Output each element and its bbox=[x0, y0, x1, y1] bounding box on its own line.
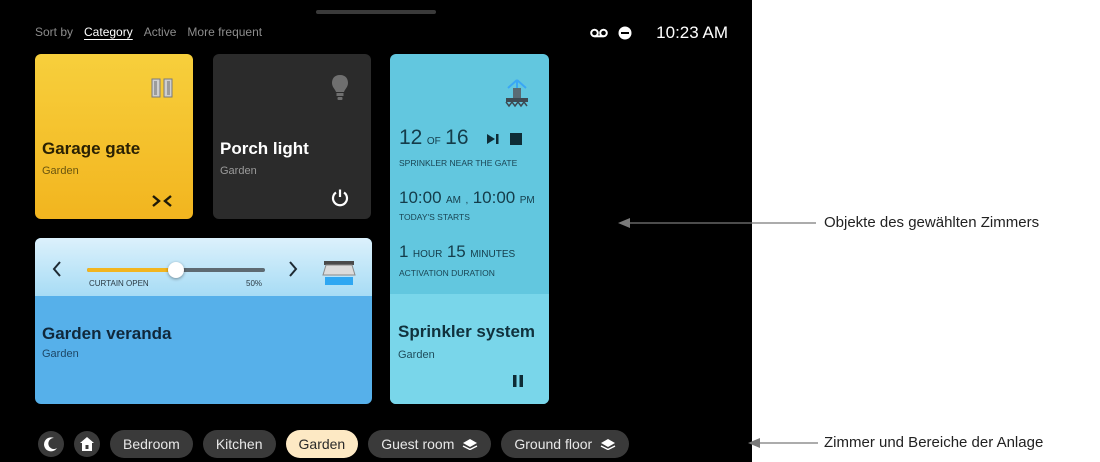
close-arrows-icon[interactable] bbox=[151, 194, 173, 208]
room-chip-guest-room[interactable]: Guest room bbox=[368, 430, 492, 458]
sort-option-frequent[interactable]: More frequent bbox=[187, 25, 262, 39]
starts-label: TODAY'S STARTS bbox=[399, 212, 470, 222]
room-chip-label: Garden bbox=[298, 436, 346, 452]
start-time-1-suffix: AM bbox=[446, 195, 461, 206]
zone-total: 16 bbox=[445, 126, 469, 149]
room-chip-kitchen[interactable]: Kitchen bbox=[202, 430, 276, 458]
room-chip-ground-floor[interactable]: Ground floor bbox=[501, 430, 630, 458]
pause-icon[interactable] bbox=[512, 374, 524, 388]
status-bar: 10:23 AM bbox=[590, 23, 728, 43]
layers-icon bbox=[463, 439, 478, 450]
annotation-rooms: Zimmer und Bereiche der Anlage bbox=[824, 434, 1044, 451]
arrow-objects bbox=[618, 218, 816, 228]
sort-bar: Sort by Category Active More frequent bbox=[35, 25, 262, 39]
hours-label: HOUR bbox=[412, 249, 443, 260]
layers-icon bbox=[600, 439, 616, 450]
annotation-objects: Objekte des gewählten Zimmers bbox=[824, 214, 1040, 231]
power-icon[interactable] bbox=[330, 188, 350, 208]
chevron-left-icon[interactable] bbox=[51, 260, 63, 278]
duration-label: ACTIVATION DURATION bbox=[399, 268, 495, 278]
start-time-2-suffix: PM bbox=[519, 195, 535, 206]
room-bar: Bedroom Kitchen Garden Guest room Ground… bbox=[38, 430, 630, 458]
zone-current: 12 bbox=[399, 126, 423, 149]
chevron-right-icon[interactable] bbox=[287, 260, 299, 278]
drag-handle[interactable] bbox=[316, 10, 436, 14]
curtain-control: CURTAIN OPEN 50% bbox=[35, 238, 372, 296]
room-chip-bedroom[interactable]: Bedroom bbox=[110, 430, 193, 458]
card-title: Sprinkler system bbox=[398, 322, 536, 341]
start-time-1: 10:00 bbox=[399, 188, 442, 207]
awning-icon bbox=[322, 261, 356, 285]
device-screen: Sort by Category Active More frequent 10… bbox=[0, 0, 752, 462]
room-chip-garden[interactable]: Garden bbox=[285, 430, 359, 458]
curtain-slider-track[interactable] bbox=[87, 262, 265, 278]
porch-light-card[interactable]: Porch light Garden bbox=[213, 54, 371, 219]
start-time-separator: , bbox=[465, 195, 469, 206]
voicemail-icon bbox=[590, 28, 608, 38]
room-chip-label: Kitchen bbox=[215, 436, 263, 452]
card-title: Garage gate bbox=[42, 139, 141, 158]
garage-gate-icon bbox=[151, 78, 173, 98]
moon-icon bbox=[44, 437, 57, 452]
room-chip-label: Bedroom bbox=[123, 436, 180, 452]
night-mode-button[interactable] bbox=[38, 431, 64, 457]
home-icon bbox=[80, 437, 94, 451]
duration-hours: 1 bbox=[399, 242, 409, 261]
garden-veranda-card[interactable]: CURTAIN OPEN 50% Garden veranda Garden bbox=[35, 238, 372, 404]
activation-duration: 1 HOUR 15 MINUTES bbox=[399, 242, 515, 262]
card-room: Garden bbox=[398, 349, 435, 361]
sort-label: Sort by bbox=[35, 25, 74, 39]
start-times: 10:00 AM , 10:00 PM bbox=[399, 188, 535, 208]
card-room: Garden bbox=[42, 165, 79, 177]
sprinkler-icon bbox=[505, 79, 528, 108]
zone-progress: 12 OF 16 bbox=[399, 126, 469, 150]
zone-of: OF bbox=[426, 136, 441, 147]
curtain-slider-thumb[interactable] bbox=[168, 262, 184, 278]
sort-option-category[interactable]: Category bbox=[84, 25, 133, 39]
zone-name: SPRINKLER NEAR THE GATE bbox=[399, 158, 518, 168]
skip-next-icon[interactable] bbox=[486, 133, 500, 145]
sprinkler-system-card[interactable]: 12 OF 16 SPRINKLER NEAR THE GATE 10:00 A… bbox=[390, 54, 549, 404]
duration-minutes: 15 bbox=[446, 242, 466, 261]
do-not-disturb-icon bbox=[618, 26, 632, 40]
arrow-rooms bbox=[748, 438, 818, 448]
curtain-slider-label: CURTAIN OPEN bbox=[89, 279, 149, 288]
start-time-2: 10:00 bbox=[472, 188, 516, 207]
garage-gate-card[interactable]: Garage gate Garden bbox=[35, 54, 193, 219]
sort-option-active[interactable]: Active bbox=[144, 25, 177, 39]
curtain-slider-fill bbox=[87, 268, 176, 272]
card-room: Garden bbox=[42, 348, 79, 360]
clock: 10:23 AM bbox=[656, 23, 728, 42]
curtain-slider-value: 50% bbox=[246, 279, 263, 288]
stop-icon[interactable] bbox=[510, 133, 522, 145]
minutes-label: MINUTES bbox=[470, 249, 516, 260]
card-title: Porch light bbox=[220, 139, 309, 158]
light-bulb-icon bbox=[332, 75, 348, 100]
card-room: Garden bbox=[220, 165, 257, 177]
room-chip-label: Guest room bbox=[381, 436, 455, 452]
home-button[interactable] bbox=[74, 431, 100, 457]
card-title: Garden veranda bbox=[42, 324, 172, 343]
room-chip-label: Ground floor bbox=[514, 436, 593, 452]
